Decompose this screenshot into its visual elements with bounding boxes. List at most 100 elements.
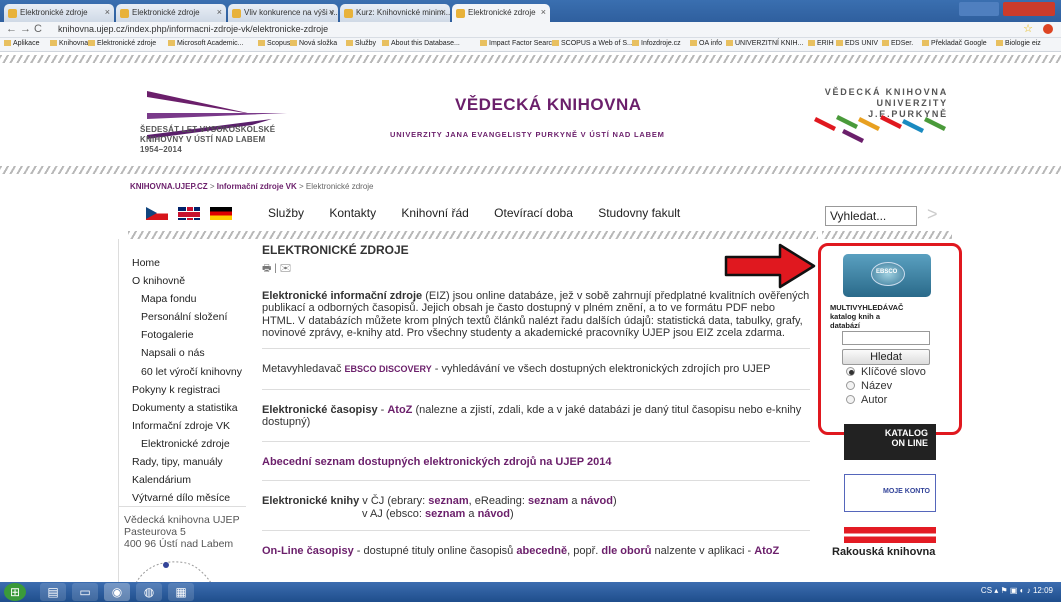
sidebar-item-60-let[interactable]: 60 let výročí knihovny: [132, 363, 244, 381]
bookmark-item[interactable]: UNIVERZITNÍ KNIH...: [726, 40, 803, 47]
forward-icon[interactable]: →: [20, 23, 31, 35]
uk-flag-icon[interactable]: [178, 207, 200, 220]
browser-tab[interactable]: Elektronické zdroje ×: [116, 4, 226, 22]
language-indicator[interactable]: CS: [981, 586, 992, 595]
bookmark-item[interactable]: SCOPUS a Web of S...: [552, 40, 633, 47]
anniversary-text: ŠEDESÁT LET VYSOKOŠKOLSKÉ KNIHOVNY V ÚST…: [140, 125, 276, 154]
divider: [262, 440, 810, 442]
nav-item-sluzby[interactable]: Služby: [268, 206, 304, 220]
nav-item-studovny[interactable]: Studovny fakult: [598, 206, 680, 220]
sidebar-item-informacni-zdroje[interactable]: Informační zdroje VK: [132, 417, 244, 435]
bookmark-item[interactable]: Impact Factor Searc...: [480, 40, 558, 47]
my-account-banner[interactable]: ///MOJE KONTO: [844, 474, 936, 512]
breadcrumb-section-link[interactable]: Informační zdroje VK: [217, 182, 297, 191]
page-title: VĚDECKÁ KNIHOVNA: [455, 95, 642, 114]
bookmark-item[interactable]: Scopus: [258, 40, 290, 47]
bookmark-item[interactable]: Služby: [346, 40, 376, 47]
reload-icon[interactable]: C: [34, 23, 42, 35]
breadcrumb-current: Elektronické zdroje: [305, 182, 374, 191]
close-tab-icon[interactable]: ×: [329, 7, 334, 17]
bookmark-item[interactable]: About this Database...: [382, 40, 460, 47]
bookmark-item[interactable]: Biologie eiz: [996, 40, 1041, 47]
back-icon[interactable]: ←: [6, 23, 17, 35]
bookmark-item[interactable]: Nová složka: [290, 40, 337, 47]
sidebar-item-rady[interactable]: Rady, tipy, manuály: [132, 453, 244, 471]
austrian-flag-icon[interactable]: [844, 527, 936, 543]
sidebar-item-o-knihovne[interactable]: O knihovně: [132, 272, 244, 290]
radio-author[interactable]: Autor: [846, 394, 887, 406]
ebrary-list-link[interactable]: seznam: [428, 495, 468, 507]
map-sketch-image: [136, 561, 211, 582]
ereading-list-link[interactable]: seznam: [528, 495, 568, 507]
radio-keyword[interactable]: Klíčové slovo: [846, 366, 926, 378]
browser-tab[interactable]: Kurz: Knihovnické minim... ×: [340, 4, 450, 22]
german-flag-icon[interactable]: [210, 207, 232, 220]
window-minimize-button[interactable]: [959, 2, 999, 16]
sidebar-item-personalni-slozeni[interactable]: Personální složení: [132, 308, 244, 326]
favicon-icon: [232, 9, 241, 18]
nav-item-oteviraci-doba[interactable]: Otevírací doba: [494, 206, 573, 220]
sidebar-item-dokumenty[interactable]: Dokumenty a statistika: [132, 399, 244, 417]
bookmark-item[interactable]: EDSer.: [882, 40, 913, 47]
bookmark-item[interactable]: Překladač Google: [922, 40, 987, 47]
clock[interactable]: 12:09: [1033, 586, 1053, 595]
ebsco-list-link[interactable]: seznam: [425, 508, 465, 520]
bookmark-item[interactable]: Aplikace: [4, 40, 39, 47]
ebsco-guide-link[interactable]: návod: [478, 508, 510, 520]
taskbar-explorer-icon[interactable]: ▤: [40, 583, 66, 601]
sidebar-item-napsali-o-nas[interactable]: Napsali o nás: [132, 344, 244, 362]
bookmark-item[interactable]: OA info: [690, 40, 722, 47]
taskbar-folder-icon[interactable]: ▭: [72, 583, 98, 601]
sidebar-item-vytvarne-dilo[interactable]: Výtvarné dílo měsíce: [132, 489, 244, 507]
sidebar-item-elektronicke-zdroje[interactable]: Elektronické zdroje: [132, 435, 244, 453]
sidebar-item-home[interactable]: Home: [132, 254, 244, 272]
sidebar-item-mapa-fondu[interactable]: Mapa fondu: [132, 290, 244, 308]
czech-flag-icon[interactable]: [146, 207, 168, 220]
alphabetical-list-link[interactable]: Abecední seznam dostupných elektronickýc…: [262, 456, 810, 468]
sidebar-item-pokyny[interactable]: Pokyny k registraci: [132, 381, 244, 399]
bookmark-item[interactable]: EDS UNIV: [836, 40, 878, 47]
austrian-library-link[interactable]: Rakouská knihovna: [832, 546, 935, 558]
bookmark-item[interactable]: ERIH: [808, 40, 834, 47]
atoz-link[interactable]: AtoZ: [387, 404, 412, 416]
browser-tabbar: Elektronické zdroje × Elektronické zdroje…: [0, 0, 1061, 22]
bookmark-item[interactable]: Infozdroje.cz: [632, 40, 681, 47]
alphabetical-link[interactable]: abecedně: [516, 545, 567, 557]
close-tab-icon[interactable]: ×: [217, 7, 222, 17]
address-bar[interactable]: knihovna.ujep.cz/index.php/informacni-zd…: [54, 23, 1014, 37]
bookmark-item[interactable]: Knihovna: [50, 40, 88, 47]
sidebar-item-kalendarium[interactable]: Kalendárium: [132, 471, 244, 489]
bookmark-star-icon[interactable]: ☆: [1023, 22, 1033, 35]
ebsco-discovery-link[interactable]: EBSCO DISCOVERY: [345, 364, 432, 374]
multisearch-input[interactable]: [842, 331, 930, 345]
search-input[interactable]: Vyhledat...: [825, 206, 917, 226]
window-close-button[interactable]: [959, 2, 1055, 16]
browser-tab[interactable]: Elektronické zdroje ×: [4, 4, 114, 22]
catalog-online-banner[interactable]: KATALOG ON LINE: [844, 424, 936, 460]
atoz-app-link[interactable]: AtoZ: [754, 545, 779, 557]
close-tab-icon[interactable]: ×: [105, 7, 110, 17]
close-tab-icon[interactable]: ×: [541, 7, 546, 17]
browser-tab[interactable]: Vliv konkurence na výši v... ×: [228, 4, 338, 22]
start-button[interactable]: ⊞: [4, 583, 26, 601]
taskbar-chrome-icon[interactable]: ◉: [104, 583, 130, 601]
breadcrumb-home-link[interactable]: KNIHOVNA.UJEP.CZ: [130, 182, 208, 191]
close-tab-icon[interactable]: ×: [441, 7, 446, 17]
radio-title[interactable]: Název: [846, 380, 892, 392]
nav-item-knihovni-rad[interactable]: Knihovní řád: [401, 206, 468, 220]
browser-tab-active[interactable]: Elektronické zdroje ×: [452, 4, 550, 22]
search-button[interactable]: Hledat: [842, 349, 930, 365]
extension-icon[interactable]: [1043, 24, 1053, 34]
intro-paragraph: Elektronické informační zdroje (EIZ) jso…: [262, 290, 810, 340]
by-field-link[interactable]: dle oborů: [601, 545, 651, 557]
radio-indicator: [846, 367, 855, 376]
taskbar-excel-icon[interactable]: ▦: [168, 583, 194, 601]
taskbar-firefox-icon[interactable]: ◍: [136, 583, 162, 601]
bookmark-item[interactable]: Microsoft Academic...: [168, 40, 244, 47]
ebsco-logo[interactable]: EBSCO: [843, 254, 931, 297]
sidebar-item-fotogalerie[interactable]: Fotogalerie: [132, 326, 244, 344]
ereading-guide-link[interactable]: návod: [581, 495, 613, 507]
bookmark-item[interactable]: Elektronické zdroje: [88, 40, 156, 47]
search-arrow-icon[interactable]: >: [927, 204, 938, 225]
nav-item-kontakty[interactable]: Kontakty: [329, 206, 376, 220]
